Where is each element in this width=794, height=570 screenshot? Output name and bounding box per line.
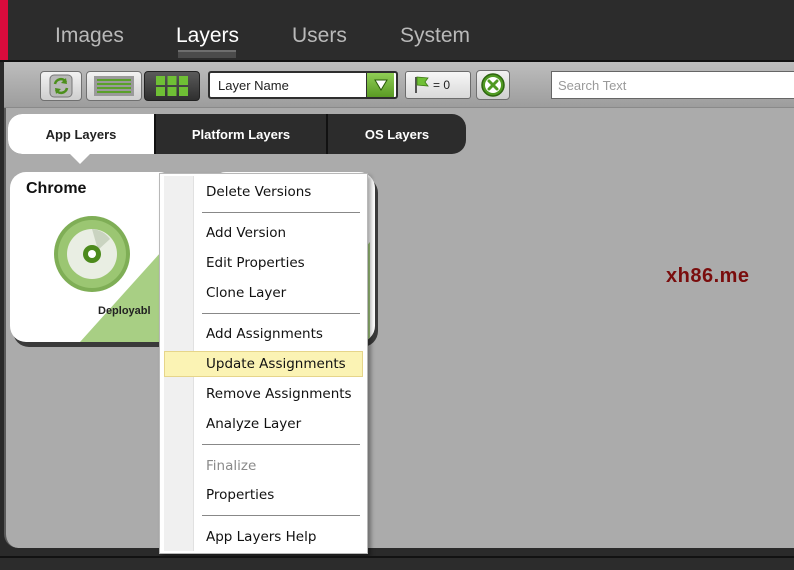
menu-item-finalize: Finalize (206, 458, 257, 474)
flag-filter-label: = 0 (433, 78, 451, 92)
menu-item-add-version[interactable]: Add Version (206, 225, 286, 241)
tab-platform-layers[interactable]: Platform Layers (156, 114, 326, 154)
top-navigation: Images Layers Users System (0, 0, 794, 62)
tab-os-layers[interactable]: OS Layers (328, 114, 466, 154)
menu-item-edit-properties[interactable]: Edit Properties (206, 255, 305, 271)
layer-card[interactable]: Chrome Deployabl (10, 172, 175, 342)
menu-separator (202, 444, 360, 445)
grid-view-icon (156, 76, 188, 96)
flag-filter-button[interactable]: = 0 (405, 71, 471, 99)
menu-item-delete-versions[interactable]: Delete Versions (206, 184, 311, 200)
tab-app-layers[interactable]: App Layers (8, 114, 154, 154)
layer-card-title: Chrome (26, 180, 87, 197)
watermark: xh86.me (666, 265, 750, 287)
menu-item-update-assignments[interactable]: Update Assignments (206, 356, 346, 372)
list-view-icon (94, 76, 134, 96)
menu-separator (202, 515, 360, 516)
list-view-button[interactable] (86, 71, 142, 101)
menu-separator (202, 313, 360, 314)
flag-icon (415, 76, 429, 93)
clear-filter-button[interactable] (476, 70, 510, 100)
menu-item-analyze-layer[interactable]: Analyze Layer (206, 416, 301, 432)
clear-filter-icon (481, 73, 505, 97)
search-input[interactable] (551, 71, 794, 99)
refresh-button[interactable] (40, 71, 82, 101)
layer-status-text: Deployabl (98, 305, 151, 317)
nav-tab-images[interactable]: Images (55, 24, 124, 48)
active-tab-pointer (68, 152, 92, 164)
nav-tab-layers[interactable]: Layers (176, 24, 239, 48)
bottom-bar (0, 556, 794, 570)
refresh-icon (49, 74, 73, 98)
menu-item-remove-assignments[interactable]: Remove Assignments (206, 386, 352, 402)
menu-item-app-layers-help[interactable]: App Layers Help (206, 529, 316, 545)
menu-item-properties[interactable]: Properties (206, 487, 274, 503)
nav-tab-users[interactable]: Users (292, 24, 347, 48)
disc-icon (54, 216, 130, 292)
chevron-down-icon[interactable] (366, 73, 394, 97)
category-tabs: App Layers Platform Layers OS Layers (8, 114, 466, 154)
menu-item-clone-layer[interactable]: Clone Layer (206, 285, 286, 301)
menu-separator (202, 212, 360, 213)
context-menu: Delete Versions Add Version Edit Propert… (159, 173, 368, 554)
grid-view-button[interactable] (144, 71, 200, 101)
brand-accent-bar (0, 0, 8, 62)
nav-tab-system[interactable]: System (400, 24, 470, 48)
active-tab-indicator (178, 50, 236, 58)
menu-item-add-assignments[interactable]: Add Assignments (206, 326, 323, 342)
